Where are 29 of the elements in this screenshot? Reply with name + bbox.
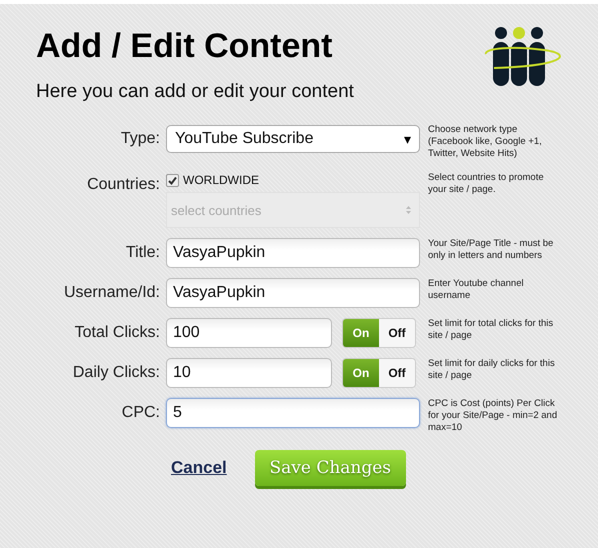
field-label: Total Clicks: [74,323,160,343]
field-label: CPC: [122,403,160,423]
field-hint: Your Site/Page Title - must be only in letters and numbers [428,238,554,262]
on-off-toggle[interactable]: On Off [342,358,416,388]
on-off-toggle[interactable]: On Off [342,318,416,348]
off-option[interactable]: Off [379,359,415,387]
text-input[interactable]: VasyaPupkin [166,278,420,308]
clicks-input[interactable]: 100 [166,318,332,348]
text-input[interactable]: VasyaPupkin [166,238,420,268]
field-hint: Enter Youtube channel username [428,278,525,302]
checkbox-label: WORLDWIDE [183,173,259,187]
off-option[interactable]: Off [379,319,415,347]
clicks-input[interactable]: 10 [166,358,332,388]
type-dropdown[interactable]: YouTube Subscribe ▾ [166,125,420,153]
text-input[interactable]: 5 [166,398,420,428]
field-hint: CPC is Cost (points) Per Click for your Site/Page - min=2 and max=10 [428,398,558,434]
cancel-link[interactable]: Cancel [171,458,227,478]
page-subtitle: Here you can add or edit your content [36,80,354,104]
field-label: Countries: [87,175,160,195]
field-label: Title: [126,243,160,263]
field-hint: Set limit for daily clicks for this site / page [428,358,556,382]
field-label: Type: [120,129,160,149]
field-label: Daily Clicks: [72,363,160,383]
field-label: Username/Id: [64,283,160,303]
field-hint: Set limit for total clicks for this site / page [428,318,554,342]
page-title: Add / Edit Content [36,26,333,66]
sort-icon [406,206,411,214]
field-hint: Select countries to promote your site / page. [428,171,545,196]
field-hint: Choose network type (Facebook like, Google +1, Twitter, Website Hits) [428,124,543,160]
